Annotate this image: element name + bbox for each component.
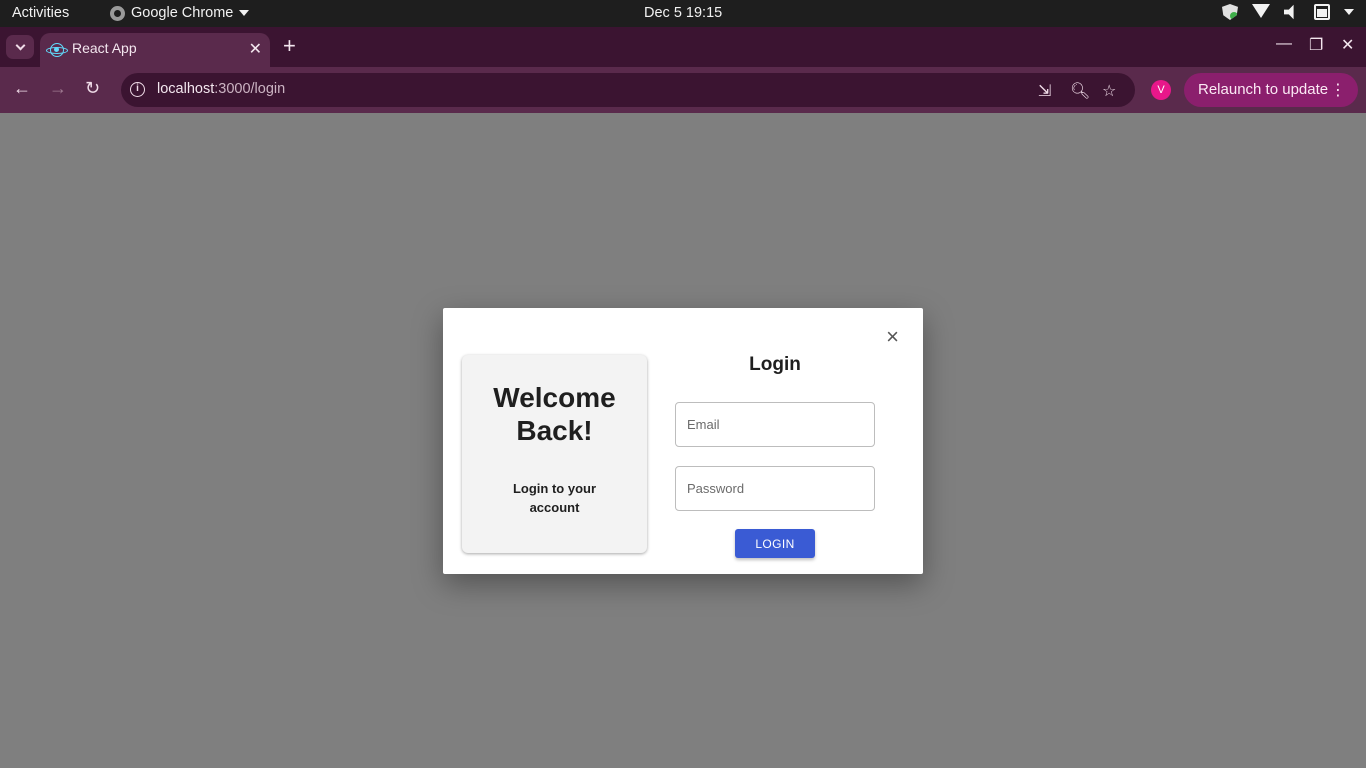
relaunch-label: Relaunch to update — [1198, 81, 1329, 98]
app-menu[interactable]: Google Chrome — [110, 5, 250, 21]
welcome-panel: Welcome Back! Login to your account — [462, 355, 647, 553]
tab-title: React App — [72, 40, 137, 56]
chrome-icon — [110, 5, 125, 21]
url-host: localhost — [157, 81, 215, 97]
volume-icon — [1284, 4, 1294, 20]
login-form-title: Login — [749, 354, 801, 375]
activities-button[interactable]: Activities — [12, 5, 69, 21]
back-icon[interactable]: ← — [13, 78, 31, 99]
email-field[interactable] — [675, 402, 875, 447]
address-bar[interactable]: i localhost:3000/login ⇲ 🔍︎ ☆ — [121, 73, 1135, 107]
minimize-icon[interactable]: — — [1276, 35, 1292, 53]
react-favicon-icon — [46, 43, 68, 57]
password-field[interactable] — [675, 466, 875, 511]
chevron-down-icon — [15, 40, 25, 50]
browser-tab[interactable]: React App ✕ — [40, 33, 270, 67]
restore-icon[interactable]: ❐ — [1309, 35, 1323, 55]
welcome-subtitle: Login to your account — [512, 481, 597, 515]
tab-search-button[interactable] — [6, 35, 34, 59]
close-modal-icon[interactable]: × — [886, 326, 899, 348]
forward-icon[interactable]: → — [49, 78, 67, 99]
url-text[interactable]: localhost:3000/login — [157, 81, 285, 97]
close-tab-icon[interactable]: ✕ — [249, 39, 262, 59]
security-shield-icon[interactable] — [1222, 4, 1238, 20]
relaunch-update-button[interactable]: Relaunch to update ⋮ — [1184, 73, 1358, 107]
app-menu-label: Google Chrome — [131, 5, 234, 21]
system-top-bar: Activities Google Chrome Dec 5 19:15 — [0, 0, 1366, 27]
wifi-icon — [1252, 4, 1270, 20]
caret-down-icon — [239, 10, 250, 16]
tab-strip: React App ✕ + — ❐ ✕ — [0, 27, 1366, 67]
more-menu-icon[interactable]: ⋮ — [1330, 80, 1346, 100]
bookmark-star-icon[interactable]: ☆ — [1102, 81, 1116, 101]
close-window-icon[interactable]: ✕ — [1341, 35, 1354, 55]
welcome-title: Welcome Back! — [493, 382, 616, 446]
zoom-icon[interactable]: 🔍︎ — [1070, 81, 1090, 101]
browser-toolbar: ← → ↻ i localhost:3000/login ⇲ 🔍︎ ☆ V Re… — [0, 67, 1366, 113]
system-menu-caret-icon[interactable] — [1344, 9, 1354, 15]
reload-icon[interactable]: ↻ — [85, 78, 100, 99]
clock[interactable]: Dec 5 19:15 — [644, 5, 722, 21]
install-app-icon[interactable]: ⇲ — [1038, 81, 1051, 101]
login-modal: × Welcome Back! Login to your account Lo… — [443, 308, 923, 574]
url-path: :3000/login — [214, 81, 286, 97]
system-tray[interactable] — [1222, 4, 1354, 20]
profile-avatar[interactable]: V — [1151, 80, 1171, 100]
site-info-icon[interactable]: i — [130, 82, 145, 97]
battery-icon — [1314, 4, 1330, 20]
login-button[interactable]: LOGIN — [735, 529, 815, 558]
new-tab-button[interactable]: + — [283, 33, 296, 59]
